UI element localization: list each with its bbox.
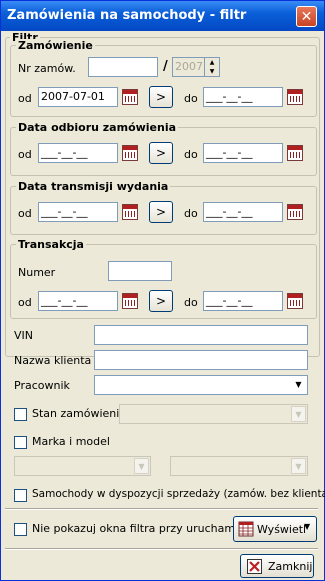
odbioru-do-label: do — [184, 148, 198, 161]
transakcja-od-input[interactable]: ___-__-__ — [38, 291, 118, 311]
slash-separator: / — [163, 59, 168, 74]
year-spinner[interactable]: ▲ ▼ — [204, 57, 220, 77]
dyspozycja-label: Samochody w dyspozycji sprzedaży (zamów.… — [32, 488, 325, 500]
zamowienie-do-label: do — [184, 92, 198, 105]
chevron-down-icon[interactable]: ▼ — [291, 406, 306, 422]
divider — [5, 508, 318, 510]
marka-model-label: Marka i model — [32, 435, 110, 448]
transmisji-do-input[interactable]: ___-__-__ — [203, 202, 283, 222]
window-title: Zamówienia na samochody - filtr — [7, 8, 247, 23]
vin-label: VIN — [14, 329, 33, 342]
model-select[interactable]: ▼ — [170, 456, 308, 476]
odbioru-do-input[interactable]: ___-__-__ — [203, 143, 283, 163]
spin-up-icon[interactable]: ▲ — [205, 58, 219, 67]
pracownik-label: Pracownik — [14, 379, 70, 392]
transakcja-do-label: do — [184, 296, 198, 309]
calendar-icon[interactable] — [122, 145, 138, 161]
chevron-down-icon[interactable]: ▼ — [291, 377, 306, 393]
close-window-button[interactable]: ✕ — [296, 6, 317, 27]
zamowienie-title: Zamówienie — [16, 39, 95, 52]
transakcja-do-input[interactable]: ___-__-__ — [203, 291, 283, 311]
transakcja-title: Transakcja — [16, 238, 86, 251]
copy-date-button[interactable]: > — [149, 86, 173, 108]
nie-pokazuj-label: Nie pokazuj okna filtra przy uruchamiani… — [32, 522, 262, 535]
chevron-down-icon[interactable]: ▼ — [291, 458, 306, 474]
transmisji-od-input[interactable]: ___-__-__ — [38, 202, 118, 222]
nazwa-klienta-input[interactable] — [94, 350, 308, 370]
nr-zamow-label: Nr zamów. — [18, 62, 76, 75]
numer-input[interactable] — [108, 261, 172, 281]
dyspozycja-checkbox[interactable] — [14, 489, 27, 502]
transmisji-od-label: od — [18, 207, 32, 220]
nr-zamow-input[interactable] — [88, 57, 158, 77]
calendar-icon[interactable] — [287, 293, 303, 309]
copy-date-button[interactable]: > — [149, 142, 173, 164]
title-bar[interactable]: Zamówienia na samochody - filtr ✕ — [1, 1, 324, 31]
data-transmisji-title: Data transmisji wydania — [16, 180, 171, 193]
pracownik-select[interactable]: ▼ — [94, 375, 308, 395]
calendar-icon[interactable] — [122, 89, 138, 105]
nie-pokazuj-checkbox[interactable] — [14, 523, 27, 536]
copy-date-button[interactable]: > — [149, 201, 173, 223]
grid-display-icon — [238, 521, 254, 537]
nazwa-klienta-label: Nazwa klienta — [14, 354, 92, 367]
zamknij-label: Zamknij — [268, 560, 313, 573]
zamowienie-od-input[interactable]: 2007-07-01 — [38, 87, 118, 107]
vin-input[interactable] — [94, 325, 308, 345]
calendar-icon[interactable] — [122, 204, 138, 220]
marka-model-checkbox[interactable] — [14, 436, 27, 449]
calendar-icon[interactable] — [287, 89, 303, 105]
stan-zamowienia-label: Stan zamówienia — [32, 407, 127, 420]
year-input[interactable]: 2007 — [172, 57, 206, 77]
filter-window: Zamówienia na samochody - filtr ✕ Filtr … — [0, 0, 325, 581]
odbioru-od-input[interactable]: ___-__-__ — [38, 143, 118, 163]
calendar-icon[interactable] — [287, 145, 303, 161]
stan-zamowienia-checkbox[interactable] — [14, 408, 27, 421]
wyswietl-button[interactable]: Wyświetl ▼ — [233, 516, 317, 542]
chevron-down-icon[interactable]: ▼ — [134, 458, 149, 474]
marka-select[interactable]: ▼ — [14, 456, 151, 476]
spin-down-icon[interactable]: ▼ — [205, 67, 219, 76]
divider — [5, 548, 318, 550]
copy-date-button[interactable]: > — [149, 290, 173, 312]
transakcja-od-label: od — [18, 296, 32, 309]
odbioru-od-label: od — [18, 148, 32, 161]
calendar-icon[interactable] — [287, 204, 303, 220]
numer-label: Numer — [18, 266, 56, 279]
close-icon — [247, 559, 262, 574]
zamknij-button[interactable]: Zamknij — [240, 554, 314, 578]
transmisji-do-label: do — [184, 207, 198, 220]
stan-zamowienia-select[interactable]: ▼ — [119, 404, 308, 424]
zamowienie-od-label: od — [18, 92, 32, 105]
data-odbioru-title: Data odbioru zamówienia — [16, 121, 179, 134]
calendar-icon[interactable] — [122, 293, 138, 309]
zamowienie-do-input[interactable]: ___-__-__ — [203, 87, 283, 107]
wyswietl-label: Wyświetl — [257, 523, 307, 536]
chevron-down-icon[interactable]: ▼ — [304, 522, 310, 531]
